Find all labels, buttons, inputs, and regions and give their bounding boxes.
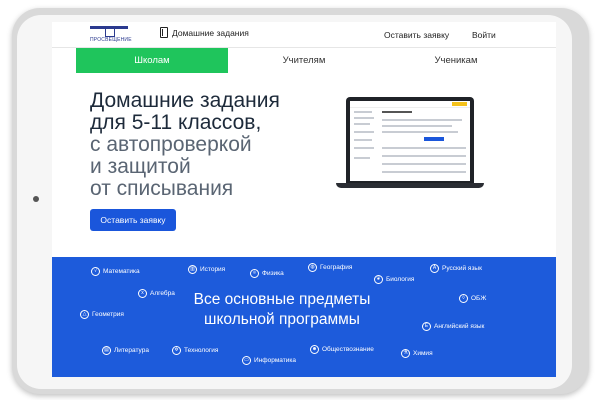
laptop-line (382, 131, 458, 133)
laptop-line (382, 147, 466, 149)
laptop-nav-button (452, 102, 467, 106)
laptop-base (336, 183, 484, 188)
subject-biology: ❦ Биология (374, 275, 414, 284)
subject-chemistry: ⚗ Химия (401, 349, 433, 358)
laptop-illustration (336, 97, 484, 202)
laptop-screen (346, 97, 474, 183)
laptop-line (354, 111, 372, 113)
subject-label: Химия (413, 350, 433, 357)
subject-geography: ◍ География (308, 263, 352, 272)
flask-icon: ⚗ (401, 349, 410, 358)
laptop-line (354, 139, 372, 141)
subject-label: Английский язык (434, 323, 485, 330)
subject-label: История (200, 266, 226, 273)
math-icon: √ (91, 267, 100, 276)
subject-math: √ Математика (91, 267, 140, 276)
subject-label: Информатика (254, 357, 296, 364)
hero-title: Домашние задания для 5-11 классов, с авт… (90, 90, 280, 200)
subject-label: География (320, 264, 353, 271)
history-icon: ▥ (188, 265, 197, 274)
header-title-text: Домашние задания (172, 27, 249, 38)
subject-obzh: ◊ ОБЖ (459, 294, 486, 303)
request-button[interactable]: Оставить заявку (90, 209, 176, 231)
logo-emblem-icon (105, 29, 115, 37)
subject-label: ОБЖ (471, 295, 487, 302)
algebra-icon: х (138, 289, 147, 298)
laptop-line (354, 131, 374, 133)
request-link[interactable]: Оставить заявку (384, 30, 449, 40)
subject-label: Алгебра (150, 290, 175, 297)
subject-label: Геометрия (92, 311, 124, 318)
subject-label: Обществознание (322, 346, 374, 353)
tablet-screen: ПРОСВЕЩЕНИЕ Домашние задания Оставить за… (52, 22, 556, 377)
laptop-line (354, 147, 374, 149)
subject-history: ▥ История (188, 265, 225, 274)
subject-label: Биология (386, 276, 415, 283)
subject-technology: ✲ Технология (172, 346, 218, 355)
geometry-icon: △ (80, 310, 89, 319)
subject-geometry: △ Геометрия (80, 310, 124, 319)
logo[interactable]: ПРОСВЕЩЕНИЕ (90, 26, 132, 43)
subject-algebra: х Алгебра (138, 289, 175, 298)
tab-schools[interactable]: Школам (76, 48, 228, 73)
header: ПРОСВЕЩЕНИЕ Домашние задания Оставить за… (52, 22, 556, 48)
laptop-line (382, 125, 452, 127)
header-title[interactable]: Домашние задания (160, 27, 249, 38)
subject-label: Физика (262, 270, 284, 277)
subject-label: Технология (184, 347, 219, 354)
laptop-line (354, 117, 374, 119)
home-button (33, 196, 39, 202)
logo-text: ПРОСВЕЩЕНИЕ (90, 37, 132, 43)
people-icon: ☻ (310, 345, 319, 354)
subject-informatics: ▭ Информатика (242, 356, 296, 365)
laptop-nav (350, 101, 470, 108)
laptop-button (424, 137, 444, 141)
subject-social-studies: ☻ Обществознание (310, 345, 374, 354)
language-icon: А (430, 264, 439, 273)
subject-russian: А Русский язык (430, 264, 482, 273)
audience-tabs: Школам Учителям Ученикам (76, 48, 532, 73)
subject-label: Русский язык (442, 265, 482, 272)
tab-teachers[interactable]: Учителям (228, 48, 380, 73)
shield-icon: ◊ (459, 294, 468, 303)
laptop-line (354, 157, 370, 159)
subject-label: Литература (114, 347, 149, 354)
homework-book-icon (160, 27, 168, 38)
subject-english: E Английский язык (422, 322, 484, 331)
physics-icon: ⚛ (250, 269, 259, 278)
subject-literature: ▤ Литература (102, 346, 149, 355)
book-icon: ▤ (102, 346, 111, 355)
globe-icon: ◍ (308, 263, 317, 272)
english-icon: E (422, 322, 431, 331)
laptop-line (354, 123, 370, 125)
laptop-line (382, 171, 466, 173)
hero-line: Домашние задания (90, 89, 280, 112)
laptop-display (350, 101, 470, 181)
hero-line: для 5-11 классов, (90, 111, 262, 134)
subjects-section: Все основные предметы школьной программы… (52, 257, 556, 377)
computer-icon: ▭ (242, 356, 251, 365)
laptop-line (382, 111, 412, 113)
tab-students[interactable]: Ученикам (380, 48, 532, 73)
laptop-line (382, 119, 462, 121)
hero-line: от списывания (90, 177, 234, 200)
subject-physics: ⚛ Физика (250, 269, 284, 278)
login-link[interactable]: Войти (472, 30, 496, 40)
gear-icon: ✲ (172, 346, 181, 355)
hero-line: и защитой (90, 155, 191, 178)
leaf-icon: ❦ (374, 275, 383, 284)
subjects-title-line: Все основные предметы (193, 291, 371, 308)
hero-line: с автопроверкой (90, 133, 252, 156)
subject-label: Математика (103, 268, 140, 275)
subjects-title: Все основные предметы школьной программы (172, 290, 392, 330)
laptop-line (382, 163, 466, 165)
laptop-line (382, 155, 466, 157)
subjects-title-line: школьной программы (204, 311, 360, 328)
